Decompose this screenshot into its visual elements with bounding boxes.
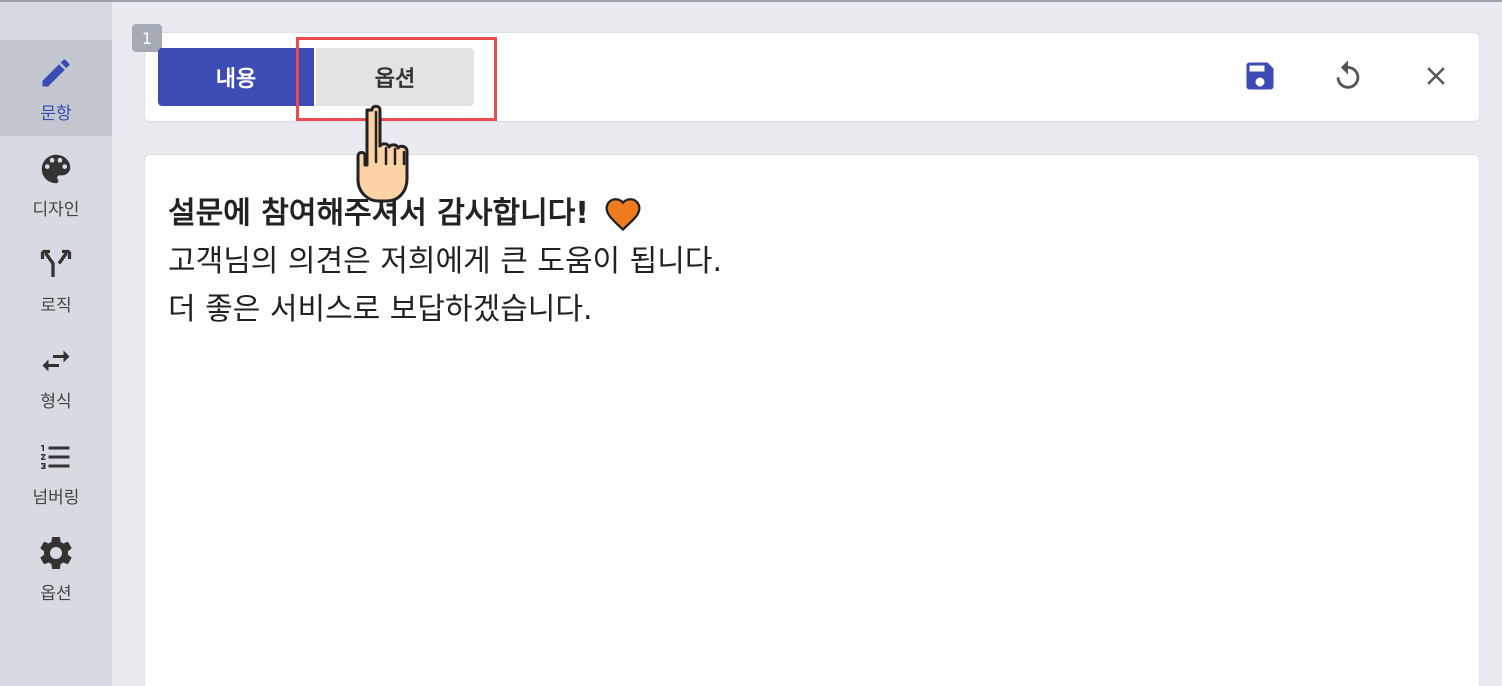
message-line-3: 더 좋은 서비스로 보답하겠습니다.: [168, 292, 593, 327]
save-icon: [1242, 58, 1278, 98]
numbered-list-icon: [36, 437, 76, 477]
sidebar-item-logic[interactable]: 로직: [0, 232, 112, 328]
close-button[interactable]: [1416, 56, 1456, 100]
tab-options[interactable]: 옵션: [316, 48, 474, 106]
sidebar: 문항 디자인 로직 형식 넘버링 옵션: [0, 2, 112, 686]
undo-button[interactable]: [1328, 56, 1368, 100]
sidebar-item-label: 문항: [40, 103, 72, 124]
sidebar-item-label: 넘버링: [32, 487, 80, 508]
undo-icon: [1331, 59, 1365, 97]
question-text[interactable]: 설문에 참여해주셔서 감사합니다! 고객님의 의견은 저희에게 큰 도움이 됩니…: [168, 190, 722, 334]
pointer-hand-icon: [356, 104, 409, 203]
sidebar-item-options[interactable]: 옵션: [0, 520, 112, 616]
sidebar-item-design[interactable]: 디자인: [0, 136, 112, 232]
sidebar-item-label: 디자인: [32, 199, 80, 220]
sidebar-item-question[interactable]: 문항: [0, 40, 112, 136]
branch-icon: [36, 245, 76, 285]
sidebar-item-label: 로직: [40, 295, 72, 316]
sidebar-item-label: 옵션: [40, 583, 72, 604]
close-icon: [1421, 61, 1451, 95]
gear-icon: [36, 533, 76, 573]
sidebar-item-label: 형식: [40, 391, 72, 412]
heart-icon: [603, 196, 643, 232]
swap-arrows-icon: [36, 341, 76, 381]
palette-icon: [36, 149, 76, 189]
sidebar-item-numbering[interactable]: 넘버링: [0, 424, 112, 520]
survey-editor: 문항 디자인 로직 형식 넘버링 옵션 1 내용 옵션 설문에 참여해주셔서 감…: [0, 0, 1502, 686]
question-number-badge: 1: [132, 24, 162, 52]
message-line-2: 고객님의 의견은 저희에게 큰 도움이 됩니다.: [168, 244, 723, 279]
tab-content[interactable]: 내용: [158, 48, 314, 106]
sidebar-item-format[interactable]: 형식: [0, 328, 112, 424]
save-button[interactable]: [1240, 56, 1280, 100]
pencil-icon: [36, 53, 76, 93]
